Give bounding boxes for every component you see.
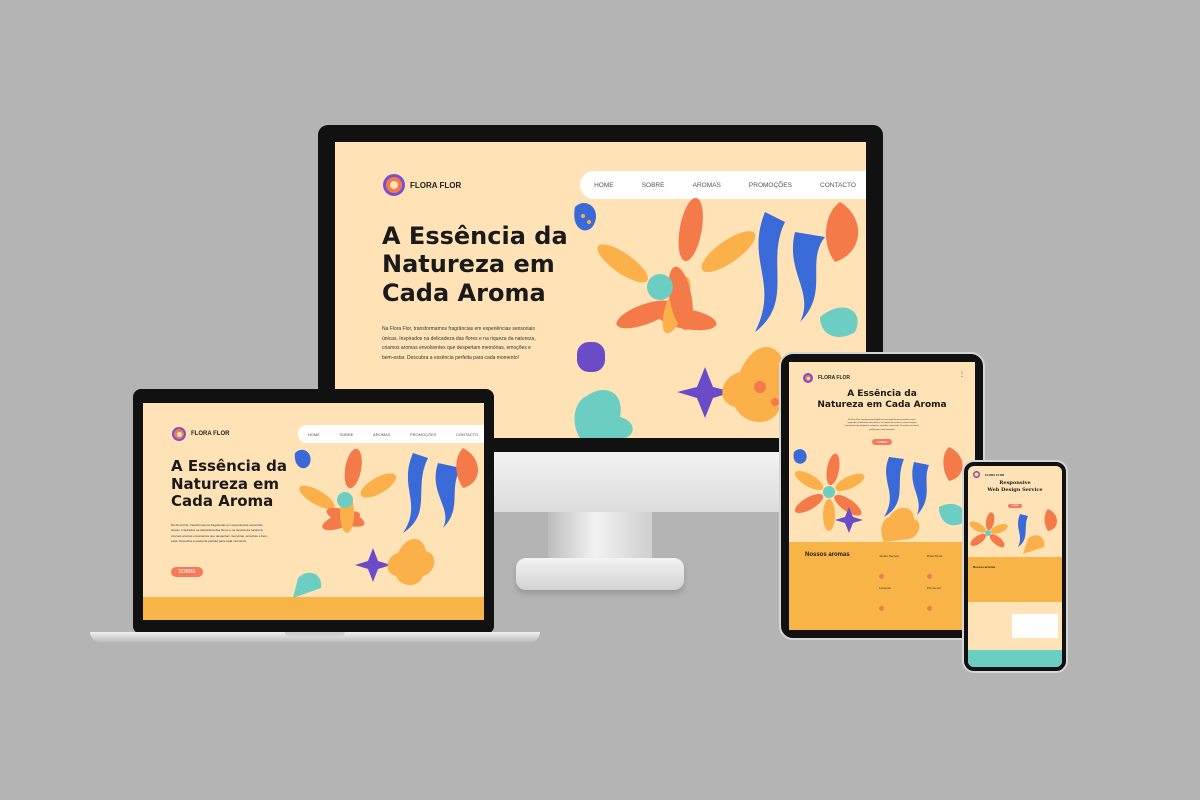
laptop-nav-aromas[interactable]: AROMAS xyxy=(373,432,390,437)
tablet-hero-title: A Essência da Natureza em Cada Aroma xyxy=(789,389,975,410)
hero-title-line3: Cada Aroma xyxy=(382,278,546,307)
hero-title-line1: A Essência da xyxy=(382,222,568,250)
monitor-stand-base xyxy=(516,558,684,590)
tablet-aromas-title: Nossos aromas xyxy=(805,552,850,558)
laptop-brand-logo[interactable]: FLORA FLOR xyxy=(172,427,229,441)
tablet-product-4[interactable]: Pôr-do-sol xyxy=(927,586,941,590)
laptop-notch xyxy=(285,632,345,636)
phone-hero-title: Responsive Web Design Service xyxy=(968,480,1062,493)
tablet-logo-icon xyxy=(803,373,813,383)
laptop-hero-title-line3: Cada Aroma xyxy=(171,492,274,511)
phone-contact-card xyxy=(1012,614,1058,638)
laptop-footer-band xyxy=(143,597,484,620)
phone-brand-name: FLORA FLOR xyxy=(985,472,1005,477)
tablet-product-1-badge xyxy=(879,574,884,579)
laptop-hero-title-line2: Natureza em xyxy=(171,474,279,493)
hero-title: A Essência da Natureza em Cada Aroma xyxy=(382,222,568,307)
hero-title-line2: Natureza em xyxy=(382,250,555,279)
laptop-screen: FLORA FLOR HOME SOBRE AROMAS PROMOÇÕES C… xyxy=(143,403,484,620)
phone-brand-logo[interactable]: FLORA FLOR xyxy=(973,471,1004,478)
tablet-menu-icon[interactable]: ⋮ xyxy=(959,372,965,384)
tablet-product-2-badge xyxy=(927,574,932,579)
main-nav: HOME SOBRE AROMAS PROMOÇÕES CONTACTO xyxy=(580,171,866,199)
phone-footer-band xyxy=(968,650,1062,667)
brand-logo[interactable]: FLORA FLOR xyxy=(383,174,461,196)
hero-paragraph: Na Flora Flor, transformamos fragrâncias… xyxy=(382,326,536,361)
nav-aromas[interactable]: AROMAS xyxy=(693,182,721,189)
laptop-hero-title: A Essência da Natureza em Cada Aroma xyxy=(171,457,288,511)
laptop-nav-sobre[interactable]: SOBRE xyxy=(339,432,353,437)
tablet-hero-title-line1: A Essência da xyxy=(847,389,917,399)
phone-title-line2: Web Design Service xyxy=(987,486,1043,493)
laptop-nav-promocoes[interactable]: PROMOÇÕES xyxy=(410,432,436,437)
laptop-nav-contacto[interactable]: CONTACTO xyxy=(456,432,478,437)
phone-sobre-button[interactable]: SOBRE xyxy=(1008,504,1022,508)
tablet-screen: FLORA FLOR ⋮ A Essência da Natureza em C… xyxy=(789,362,975,630)
phone-screen: FLORA FLOR Responsive Web Design Service… xyxy=(968,466,1062,667)
tablet-hero-paragraph: Na Flora Flor, transformamos fragrâncias… xyxy=(844,419,920,431)
tablet-brand-logo[interactable]: FLORA FLOR xyxy=(803,373,850,383)
phone-aromas-section: Nossos aromas xyxy=(968,557,1062,602)
nav-contacto[interactable]: CONTACTO xyxy=(820,182,856,189)
nav-home[interactable]: HOME xyxy=(594,182,614,189)
tablet-product-3-badge xyxy=(879,606,884,611)
tablet-brand-name: FLORA FLOR xyxy=(818,375,851,381)
logo-icon xyxy=(383,174,405,196)
laptop-hero-title-line1: A Essência da xyxy=(171,457,288,475)
nav-promocoes[interactable]: PROMOÇÕES xyxy=(749,182,792,189)
nav-sobre[interactable]: SOBRE xyxy=(642,182,665,189)
phone-logo-icon xyxy=(973,471,980,478)
laptop-sobre-button[interactable]: SOBRE xyxy=(171,567,203,577)
tablet-product-4-badge xyxy=(927,606,932,611)
phone-floral-illustration xyxy=(969,509,1057,554)
tablet-sobre-button[interactable]: SOBRE xyxy=(872,439,892,445)
tablet-product-3[interactable]: Lavanda xyxy=(879,586,891,590)
phone-aromas-title: Nossos aromas xyxy=(973,565,996,569)
tablet-floral-illustration xyxy=(793,447,965,542)
tablet-product-1[interactable]: Jardim Secreto xyxy=(879,554,899,558)
tablet-hero-title-line2: Natureza em Cada Aroma xyxy=(817,399,947,410)
brand-name: FLORA FLOR xyxy=(410,180,462,190)
laptop-logo-icon xyxy=(172,427,186,441)
tablet-aromas-section: Nossos aromas Jardim Secreto Brisa Flora… xyxy=(789,542,975,630)
laptop-nav: HOME SOBRE AROMAS PROMOÇÕES CONTACTO xyxy=(298,425,484,443)
laptop-nav-home[interactable]: HOME xyxy=(308,432,320,437)
tablet-product-2[interactable]: Brisa Floral xyxy=(927,554,942,558)
laptop-floral-illustration xyxy=(293,448,478,598)
laptop-hero-paragraph: Na Flora Flor, transformamos fragrâncias… xyxy=(171,523,269,544)
laptop-brand-name: FLORA FLOR xyxy=(191,431,230,437)
